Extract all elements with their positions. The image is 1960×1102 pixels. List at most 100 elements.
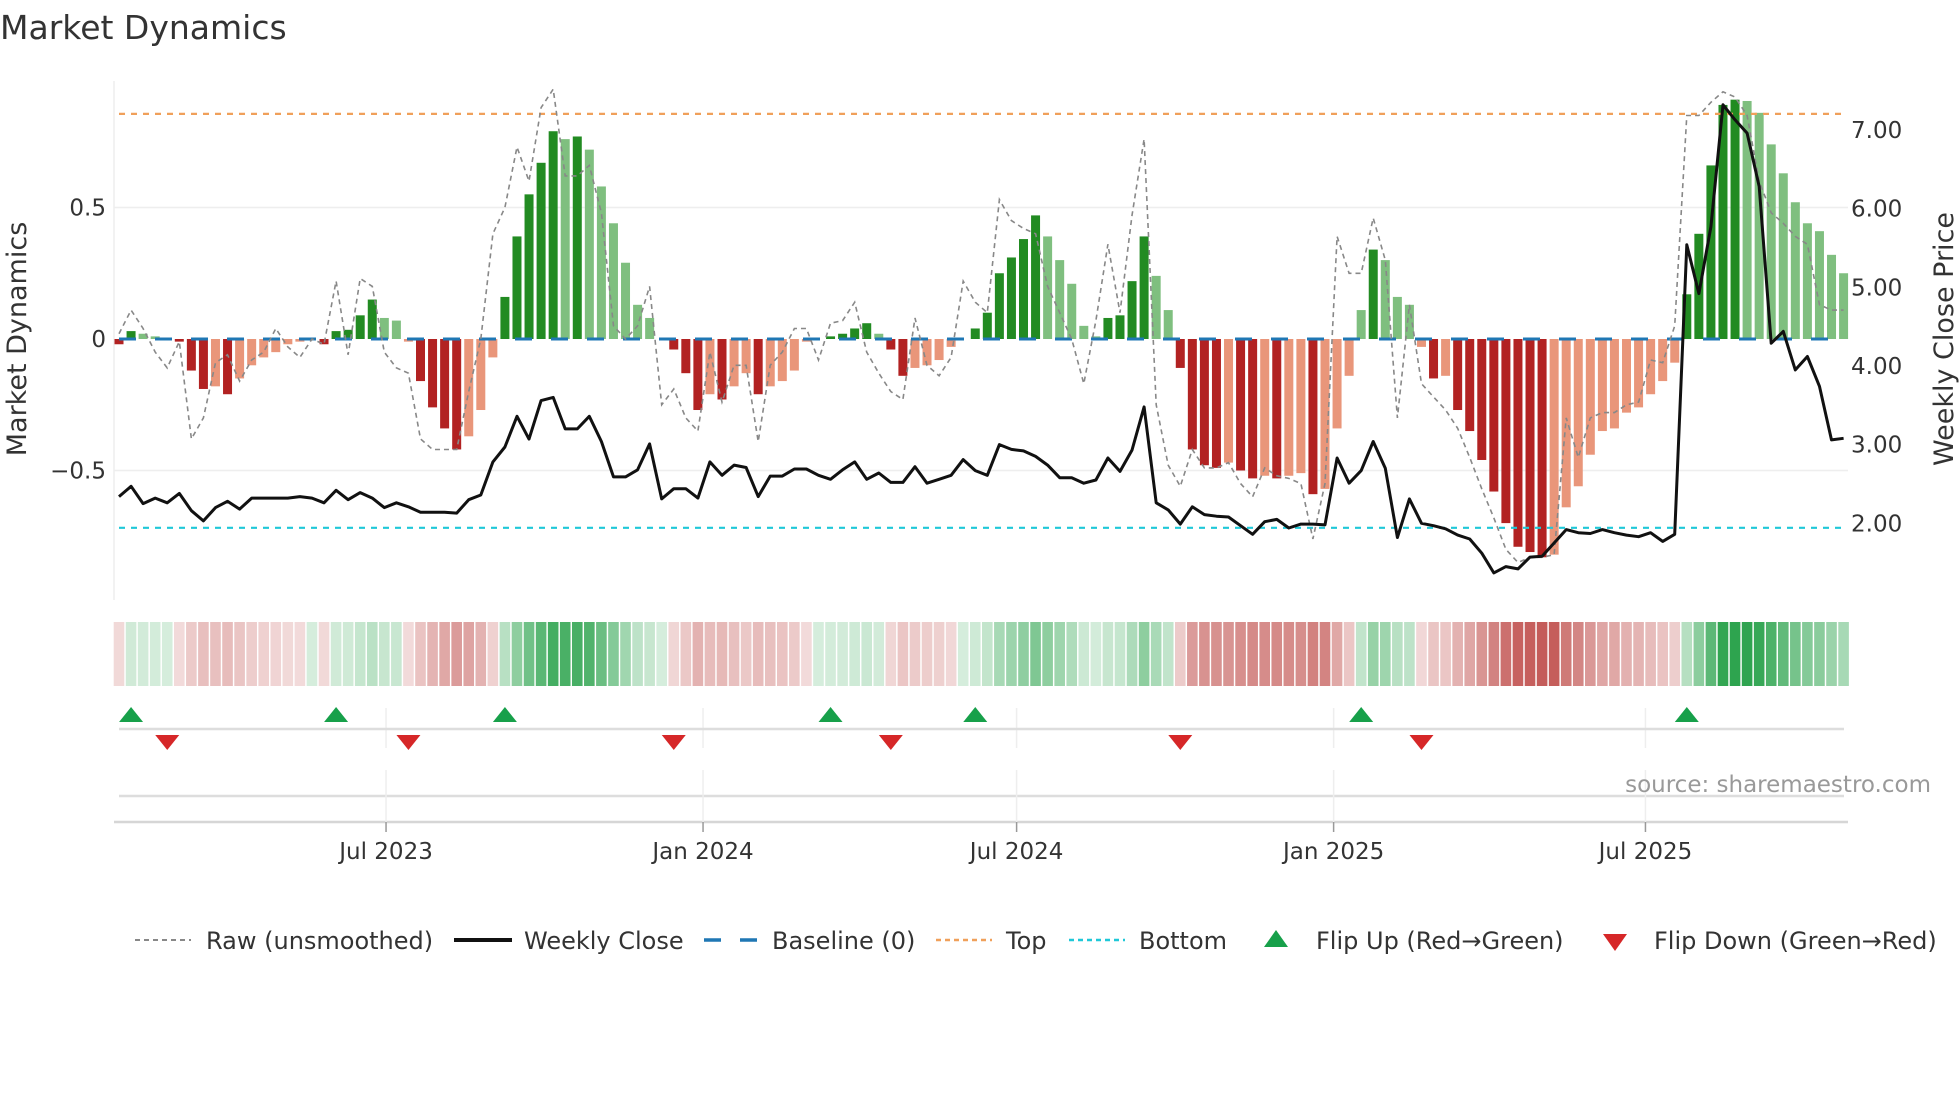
histogram-bar-negative [198,339,208,389]
heat-cell [1777,622,1789,686]
histogram-bar-negative [789,339,799,371]
heat-cell [873,622,885,686]
heat-cell [945,622,957,686]
heat-cell [740,622,752,686]
heat-cell [511,622,523,686]
histogram-bar-negative [174,339,184,342]
heat-cell [366,622,378,686]
heat-cell [1042,622,1053,686]
histogram-bar-negative [1658,339,1668,382]
heat-cell [656,622,667,686]
heat-cell [161,622,173,686]
heat-cell [1355,622,1367,686]
heat-cell [885,622,897,686]
histogram-bar-negative [898,339,908,376]
heat-cell [1765,622,1777,686]
heat-cell [222,622,233,686]
right-tick-label: 2.00 [1851,511,1902,537]
heat-cell [752,622,764,686]
histogram-bar-positive [994,273,1004,339]
histogram-bar-positive [500,296,510,339]
histogram-bar-negative [1622,339,1631,413]
heat-cell [149,622,161,686]
histogram-bar-positive [621,262,631,339]
flip-down-marker [661,735,686,750]
heat-cell [1259,622,1270,686]
flip-down-marker [396,735,421,750]
heat-cell [1247,622,1258,686]
x-tick-label: Jan 2024 [650,839,753,865]
heat-cell [1162,622,1174,686]
histogram-bar-negative [1670,339,1680,363]
heat-cell [463,622,475,686]
legend: Raw (unsmoothed) Weekly Close Baseline (0)… [135,927,1937,955]
heat-strip [113,622,1849,686]
heat-cell [957,622,969,686]
histogram-bar-negative [1609,339,1619,429]
heat-cell [1404,622,1415,686]
heat-cell [1621,622,1632,686]
heat-cell [439,622,450,686]
histogram-bar-negative [693,339,703,411]
histogram-bar-negative [1597,339,1607,432]
histogram-bar-negative [1585,339,1595,455]
heat-cell [1114,622,1126,686]
histogram-bar-negative [1344,339,1354,376]
heat-cell [391,622,402,686]
histogram-bar-negative [1296,339,1306,474]
histogram-bars [114,99,1849,558]
histogram-bar-negative [1284,339,1294,476]
heat-cell [1319,622,1331,686]
heat-cell [1331,622,1343,686]
heat-cell [921,622,933,686]
heat-cell [379,622,390,686]
heat-cell [1066,622,1078,686]
histogram-bar-positive [1790,202,1800,339]
heat-cell [1211,622,1222,686]
heat-cell [1174,622,1186,686]
legend-flip-up-icon [1264,930,1288,947]
heat-cell [1548,622,1560,686]
x-tick-label: Jul 2023 [337,839,433,865]
time-axis-panel: Jul 2023 Jan 2024 Jul 2024 Jan 2025 Jul 2025… [114,770,1931,865]
heat-cell [1392,622,1403,686]
heat-cell [1560,622,1572,686]
heat-cell [897,622,909,686]
main-plot: 0.5 0 −0.5 7.00 6.00 5.00 4.00 3.00 2.00 Market… [2,81,1960,600]
heat-cell [1488,622,1500,686]
histogram-bar-positive [1127,281,1137,339]
source-credit: source: sharemaestro.com [1625,772,1931,798]
histogram-bar-negative [1441,339,1451,376]
heat-cell [174,622,185,686]
flip-up-marker [492,707,517,722]
flip-up-marker [963,707,988,722]
histogram-bar-positive [645,317,655,339]
right-axis-label: Weekly Close Price [1929,212,1960,466]
heat-cell [1633,622,1644,686]
heat-cell [294,622,306,686]
heat-cell [608,622,619,686]
histogram-bar-positive [391,320,401,339]
histogram-bar-negative [1236,339,1246,471]
heat-cell [692,622,704,686]
histogram-bar-negative [428,339,438,408]
histogram-bar-positive [633,304,643,339]
histogram-bar-negative [1224,339,1234,463]
heat-cell [1597,622,1608,686]
left-tick-label: −0.5 [50,459,106,485]
heat-cell [186,622,197,686]
histogram-bar-positive [1802,223,1812,339]
flip-up-marker [1674,707,1699,722]
flip-up-marker [324,707,349,722]
histogram-bar-positive [584,149,594,339]
chart-title: Market Dynamics [0,8,287,47]
histogram-bar-negative [488,339,498,358]
heat-cell [1343,622,1355,686]
histogram-bar-positive [572,136,582,339]
histogram-bar-positive [1827,254,1837,339]
flip-down-marker [155,735,180,750]
histogram-bar-negative [1332,339,1342,429]
heat-cell [342,622,354,686]
histogram-bar-negative [681,339,691,374]
heat-cell [1826,622,1837,686]
